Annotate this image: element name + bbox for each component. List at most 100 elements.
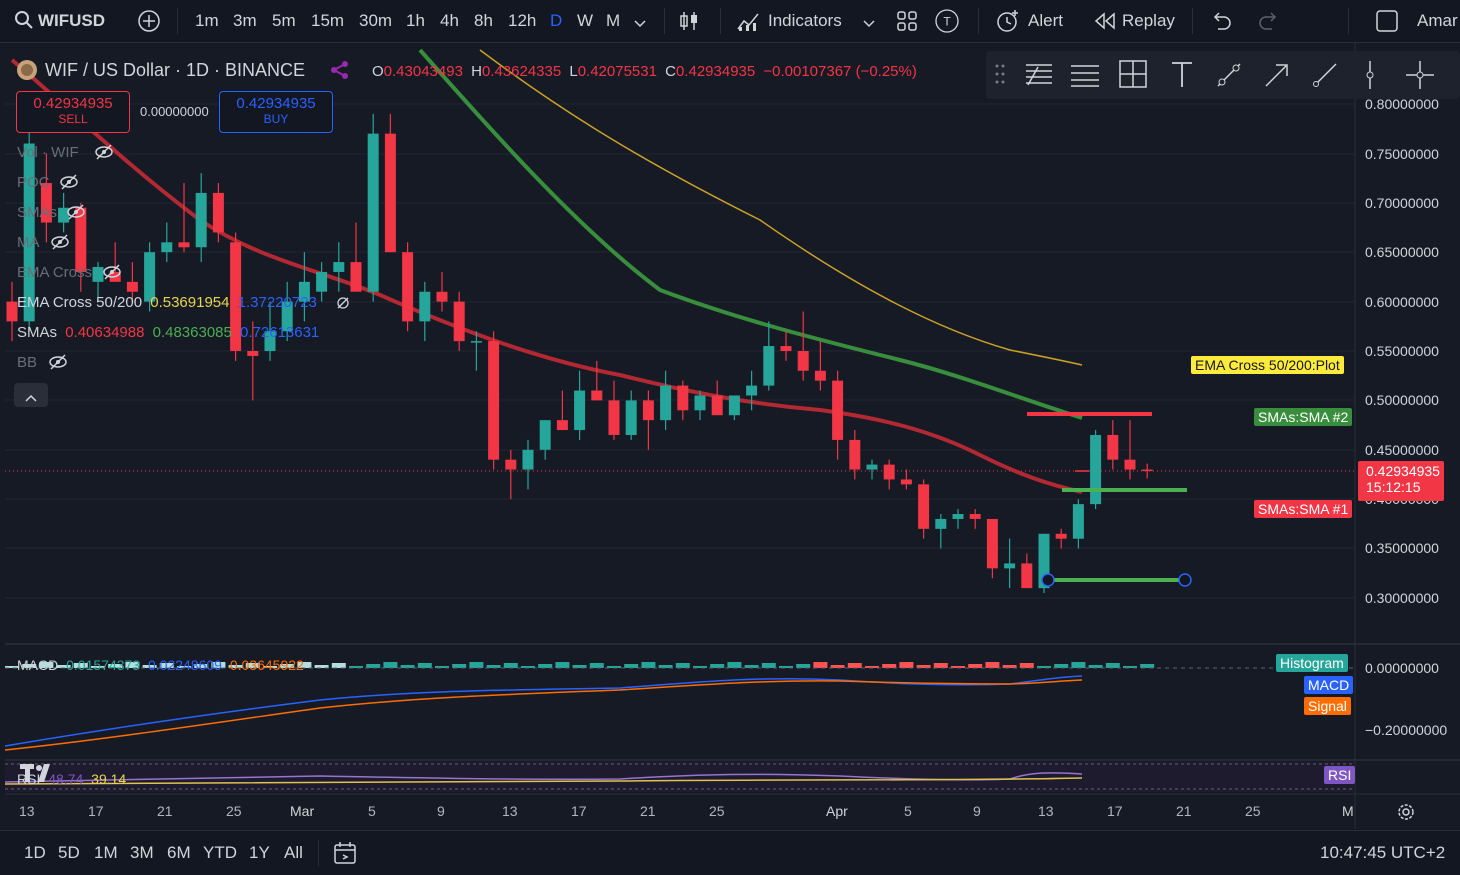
crosshair-icon[interactable] (1404, 59, 1436, 96)
sell-button[interactable]: 0.42934935 SELL (16, 91, 130, 133)
open-value: 0.43043493 (383, 63, 463, 80)
candle-body (952, 514, 964, 519)
macd-histogram-bar (968, 664, 983, 668)
signal-line (4, 679, 1083, 751)
no-data-icon (336, 296, 350, 315)
candle-body (746, 385, 758, 396)
range-1y[interactable]: 1Y (249, 831, 270, 875)
rsi-legend-value-2: 39.14 (91, 771, 127, 787)
eye-hidden-icon[interactable] (48, 353, 68, 376)
candle-body (728, 395, 740, 416)
x-axis-label: 13 (19, 803, 35, 819)
macd-histogram-bar (1140, 664, 1155, 668)
bar-countdown: 15:12:15 (1366, 479, 1421, 495)
x-axis-label: 17 (1107, 803, 1123, 819)
ema-plot-tag: EMA Cross 50/200:Plot (1191, 356, 1344, 374)
measure-icon[interactable] (1118, 59, 1148, 94)
candles-layer (6, 113, 1153, 594)
candle-body (677, 385, 689, 411)
drag-handle-icon[interactable] (994, 63, 1006, 90)
indicator-ema-cross-hidden[interactable]: EMA Cross (17, 264, 92, 281)
macd-axis-label: −0.20000000 (1365, 722, 1448, 738)
macd-legend-value-1: 0.01574373 (66, 657, 141, 673)
indicator-ema-cross-hidden-label: EMA Cross (17, 264, 93, 281)
indicator-vol[interactable]: Vol · WIF (17, 144, 79, 161)
ema-cross-value-1: 0.53691954 (150, 294, 230, 311)
indicator-poc[interactable]: POC (17, 174, 50, 191)
vertical-line-icon[interactable] (1360, 59, 1380, 96)
eye-hidden-icon[interactable] (59, 173, 79, 196)
eye-hidden-icon[interactable] (102, 263, 122, 286)
macd-histogram-bar (331, 663, 346, 668)
range-3m[interactable]: 3M (130, 831, 154, 875)
buy-price: 0.42934935 (236, 95, 316, 112)
text-tool-icon[interactable] (1170, 59, 1194, 94)
indicator-smas-hidden-label: SMAs (17, 204, 58, 221)
coin-logo-icon (16, 59, 38, 86)
spread-value: 0.00000000 (140, 104, 209, 119)
indicator-vol-label: Vol · WIF (17, 144, 79, 161)
candle-body (556, 420, 568, 431)
candle-body (918, 484, 930, 529)
candle-body (814, 370, 826, 381)
range-ytd[interactable]: YTD (203, 831, 237, 875)
macd-histogram-bar (417, 663, 432, 668)
tradingview-logo-icon[interactable] (20, 762, 60, 789)
close-value: 0.42934935 (675, 63, 756, 80)
macd-histogram-bar (624, 664, 639, 668)
range-all[interactable]: All (284, 831, 303, 875)
sma1-tag: SMAs:SMA #1 (1254, 500, 1353, 518)
range-1d[interactable]: 1D (24, 831, 46, 875)
macd-legend[interactable]: MACD 0.01574373 0.02248609 0.03645922 (17, 657, 304, 673)
price-axis-label: 0.75000000 (1365, 146, 1439, 162)
range-1m[interactable]: 1M (94, 831, 118, 875)
candle-body (849, 439, 861, 470)
indicator-smas-hidden[interactable]: SMAs (17, 204, 57, 221)
ema-cross-label: EMA Cross 50/200 (17, 294, 143, 311)
x-axis-label: 9 (437, 803, 445, 819)
x-axis-label: 21 (157, 803, 173, 819)
ray-tool-icon[interactable] (1310, 60, 1340, 95)
buy-button[interactable]: 0.42934935 BUY (219, 91, 333, 133)
macd-histogram-bar (675, 663, 690, 668)
macd-histogram-bar (538, 664, 553, 668)
trend-line-icon[interactable] (1214, 60, 1244, 95)
candle-body (574, 390, 586, 431)
macd-histogram-bar (1105, 663, 1120, 668)
indicator-bb[interactable]: BB (17, 354, 37, 371)
settings-gear-icon[interactable] (1396, 802, 1416, 827)
indicator-share-icon[interactable] (330, 61, 350, 84)
x-axis-label: 17 (88, 803, 104, 819)
collapse-legend-button[interactable] (14, 383, 48, 407)
macd-histogram-bar (761, 663, 776, 668)
calendar-goto-icon[interactable] (333, 841, 359, 870)
eye-hidden-icon[interactable] (66, 203, 86, 226)
candle-body (832, 380, 844, 440)
high-label: H (471, 63, 482, 80)
rsi-tag: RSI (1324, 766, 1356, 784)
candle-body (161, 242, 173, 253)
clock-timezone[interactable]: 10:47:45 UTC+2 (1320, 831, 1445, 875)
indicator-ma[interactable]: MA (17, 234, 40, 251)
range-5d[interactable]: 5D (58, 831, 80, 875)
symbol-title[interactable]: WIF / US Dollar · 1D · BINANCE (45, 60, 305, 81)
eye-hidden-icon[interactable] (50, 233, 70, 256)
indicator-bb-label: BB (17, 354, 38, 371)
signal-tag: Signal (1304, 697, 1351, 715)
candle-body (591, 390, 603, 401)
low-value: 0.42075531 (577, 63, 657, 80)
parallel-lines-icon[interactable] (1070, 61, 1100, 94)
price-axis-label: 0.45000000 (1365, 442, 1439, 458)
eye-hidden-icon[interactable] (94, 143, 114, 166)
macd-histogram-bar (589, 663, 604, 668)
fib-retracement-icon[interactable] (1024, 61, 1054, 94)
x-axis-label: 5 (368, 803, 376, 819)
candle-body (488, 341, 500, 460)
macd-histogram-bar (933, 663, 948, 668)
indicator-smas[interactable]: SMAs 0.40634988 0.48363085 0.72613631 (17, 324, 319, 341)
indicator-ema-cross[interactable]: EMA Cross 50/200 0.53691954 1.37220723 (17, 294, 317, 311)
macd-histogram-bar (366, 664, 381, 668)
macd-tag: MACD (1304, 676, 1354, 694)
range-6m[interactable]: 6M (167, 831, 191, 875)
arrow-tool-icon[interactable] (1262, 60, 1292, 95)
